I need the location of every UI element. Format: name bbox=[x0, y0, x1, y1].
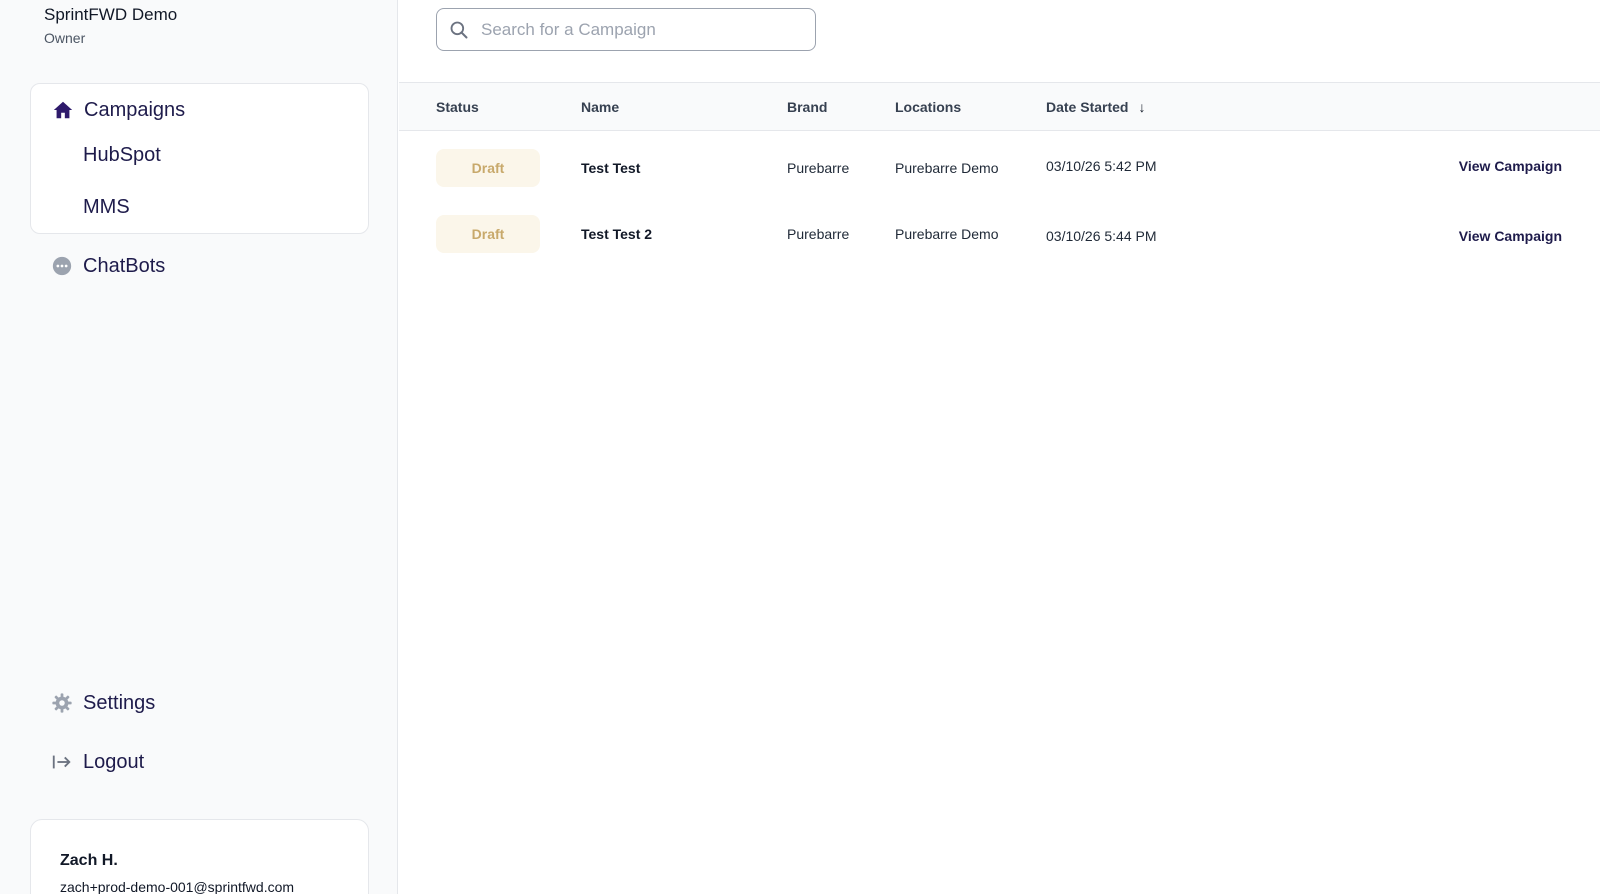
column-header-status[interactable]: Status bbox=[436, 99, 479, 115]
sidebar-item-label: ChatBots bbox=[83, 254, 166, 277]
campaign-date-started: 03/10/26 5:42 PM bbox=[1046, 158, 1157, 174]
main-content: Status Name Brand Locations Date Started… bbox=[399, 0, 1600, 894]
campaign-date-started: 03/10/26 5:44 PM bbox=[1046, 228, 1157, 244]
column-header-name[interactable]: Name bbox=[581, 99, 619, 115]
user-profile-card[interactable]: Zach H. zach+prod-demo-001@sprintfwd.com bbox=[30, 819, 369, 894]
campaign-locations: Purebarre Demo bbox=[895, 160, 999, 176]
campaign-search[interactable] bbox=[436, 8, 816, 51]
org-role: Owner bbox=[44, 30, 86, 46]
table-row: Draft Test Test Purebarre Purebarre Demo… bbox=[399, 149, 1600, 209]
sidebar-item-logout[interactable]: Logout bbox=[50, 750, 144, 774]
sidebar-item-hubspot[interactable]: HubSpot bbox=[83, 144, 161, 167]
campaign-brand: Purebarre bbox=[787, 160, 850, 176]
org-header: SprintFWD Demo Owner bbox=[44, 4, 177, 48]
table-row: Draft Test Test 2 Purebarre Purebarre De… bbox=[399, 215, 1600, 275]
sidebar-item-label: Campaigns bbox=[84, 98, 186, 121]
campaign-brand: Purebarre bbox=[787, 226, 850, 242]
user-email: zach+prod-demo-001@sprintfwd.com bbox=[60, 879, 295, 894]
table-header: Status Name Brand Locations Date Started… bbox=[399, 82, 1600, 131]
campaign-name: Test Test 2 bbox=[581, 226, 653, 242]
search-input[interactable] bbox=[481, 19, 801, 40]
campaign-name: Test Test bbox=[581, 160, 641, 176]
status-badge: Draft bbox=[436, 149, 540, 187]
sidebar-item-campaigns[interactable]: Campaigns bbox=[51, 98, 185, 122]
home-icon bbox=[51, 98, 75, 122]
view-campaign-link[interactable]: View Campaign bbox=[1459, 158, 1562, 174]
gear-icon bbox=[50, 691, 74, 715]
sidebar-item-label: Settings bbox=[83, 691, 156, 714]
logout-icon bbox=[50, 750, 74, 774]
campaign-locations: Purebarre Demo bbox=[895, 226, 999, 242]
status-badge: Draft bbox=[436, 215, 540, 253]
chat-bubble-icon bbox=[50, 254, 74, 278]
sidebar-item-label: Logout bbox=[83, 750, 145, 773]
column-header-brand[interactable]: Brand bbox=[787, 99, 827, 115]
sidebar-item-chatbots[interactable]: ChatBots bbox=[50, 254, 165, 278]
sidebar-item-mms[interactable]: MMS bbox=[83, 196, 130, 219]
sidebar-item-settings[interactable]: Settings bbox=[50, 691, 155, 715]
view-campaign-link[interactable]: View Campaign bbox=[1459, 228, 1562, 244]
column-header-date-started[interactable]: Date Started ↓ bbox=[1046, 99, 1145, 115]
column-header-label: Date Started bbox=[1046, 99, 1129, 115]
search-icon bbox=[449, 20, 469, 40]
sort-arrow-down-icon: ↓ bbox=[1138, 99, 1146, 115]
column-header-locations[interactable]: Locations bbox=[895, 99, 961, 115]
org-name: SprintFWD Demo bbox=[44, 5, 178, 24]
sidebar: SprintFWD Demo Owner Campaigns HubSpot M… bbox=[0, 0, 398, 894]
campaigns-nav-group: Campaigns HubSpot MMS bbox=[30, 83, 369, 234]
user-name: Zach H. bbox=[60, 852, 118, 869]
